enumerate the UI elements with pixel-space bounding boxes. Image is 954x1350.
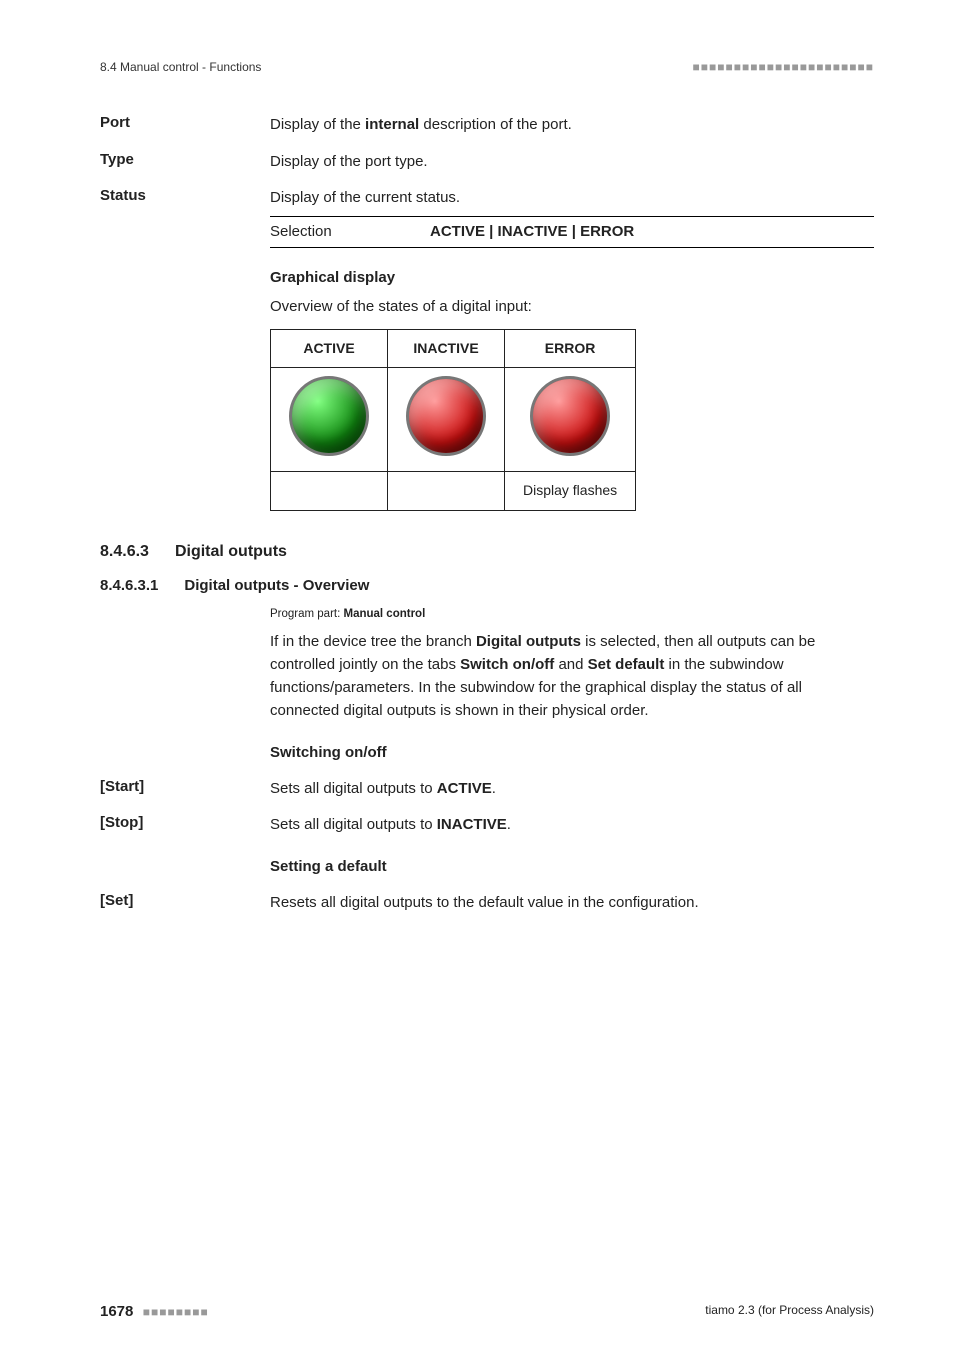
switching-block: Switching on/off (270, 741, 874, 764)
program-part-label: Program part: (270, 608, 344, 620)
running-header: 8.4 Manual control - Functions ■■■■■■■■■… (100, 60, 874, 74)
col-active: ACTIVE (271, 329, 388, 368)
graphical-display-lead: Overview of the states of a digital inpu… (270, 295, 874, 318)
intro-b1: Digital outputs (476, 633, 581, 650)
setting-default-block: Setting a default (270, 855, 874, 878)
status-table: ACTIVE INACTIVE ERROR Display flashes (270, 329, 636, 511)
desc-start-val: ACTIVE (437, 780, 492, 797)
footer-right: tiamo 2.3 (for Process Analysis) (705, 1303, 874, 1320)
desc-status-text: Display of the current status. (270, 187, 874, 210)
definition-type: Type Display of the port type. (100, 151, 874, 174)
table-row (271, 368, 636, 472)
selection-label: Selection (270, 221, 430, 244)
section-heading-digital-outputs: 8.4.6.3 Digital outputs (100, 543, 874, 561)
desc-start-pre: Sets all digital outputs to (270, 780, 437, 797)
definition-stop: [Stop] Sets all digital outputs to INACT… (100, 814, 874, 837)
desc-stop-pre: Sets all digital outputs to (270, 816, 437, 833)
col-inactive: INACTIVE (388, 329, 505, 368)
page-footer: 1678 ■■■■■■■■ tiamo 2.3 (for Process Ana… (100, 1303, 874, 1320)
desc-type: Display of the port type. (270, 151, 874, 174)
switching-heading: Switching on/off (270, 741, 874, 764)
definition-port: Port Display of the internal description… (100, 114, 874, 137)
table-row: Display flashes (271, 471, 636, 510)
setting-default-heading: Setting a default (270, 855, 874, 878)
term-type: Type (100, 151, 270, 168)
footer-decor: ■■■■■■■■ (143, 1305, 209, 1319)
graphical-display-block: Graphical display Overview of the states… (270, 266, 874, 511)
section-number: 8.4.6.3 (100, 543, 149, 561)
desc-start-post: . (492, 780, 496, 797)
term-status: Status (100, 187, 270, 204)
subsection-number: 8.4.6.3.1 (100, 577, 158, 594)
intro-t1: If in the device tree the branch (270, 633, 476, 650)
desc-port-prefix: Display of the (270, 116, 365, 133)
intro-t3: and (554, 656, 587, 673)
desc-status: Display of the current status. Selection… (270, 187, 874, 248)
subsection-title: Digital outputs - Overview (184, 577, 369, 594)
term-port: Port (100, 114, 270, 131)
page-number: 1678 (100, 1303, 133, 1320)
footer-left: 1678 ■■■■■■■■ (100, 1303, 209, 1320)
led-inactive-cell (388, 368, 505, 472)
section-title: Digital outputs (175, 543, 287, 561)
intro-b2: Switch on/off (460, 656, 554, 673)
desc-port-suffix: description of the port. (419, 116, 572, 133)
note-error: Display flashes (505, 471, 636, 510)
desc-port: Display of the internal description of t… (270, 114, 874, 137)
led-error-cell (505, 368, 636, 472)
intro-paragraph: If in the device tree the branch Digital… (270, 630, 874, 723)
program-part-line: Program part: Manual control (270, 608, 874, 620)
led-error-icon (530, 376, 610, 456)
desc-stop-val: INACTIVE (437, 816, 507, 833)
note-inactive (388, 471, 505, 510)
led-inactive-icon (406, 376, 486, 456)
desc-stop-post: . (507, 816, 511, 833)
term-set: [Set] (100, 892, 270, 909)
led-active-icon (289, 376, 369, 456)
led-active-cell (271, 368, 388, 472)
desc-port-bold: internal (365, 116, 419, 133)
desc-stop: Sets all digital outputs to INACTIVE. (270, 814, 874, 837)
program-part-value: Manual control (344, 608, 426, 620)
term-start: [Start] (100, 778, 270, 795)
col-error: ERROR (505, 329, 636, 368)
running-header-decor: ■■■■■■■■■■■■■■■■■■■■■■ (693, 60, 874, 74)
running-header-left: 8.4 Manual control - Functions (100, 60, 261, 74)
desc-set: Resets all digital outputs to the defaul… (270, 892, 874, 915)
desc-start: Sets all digital outputs to ACTIVE. (270, 778, 874, 801)
graphical-display-heading: Graphical display (270, 266, 874, 289)
subsection-heading-digital-outputs-overview: 8.4.6.3.1 Digital outputs - Overview (100, 577, 874, 594)
term-stop: [Stop] (100, 814, 270, 831)
selection-row: Selection ACTIVE | INACTIVE | ERROR (270, 216, 874, 249)
table-row: ACTIVE INACTIVE ERROR (271, 329, 636, 368)
definition-start: [Start] Sets all digital outputs to ACTI… (100, 778, 874, 801)
definition-status: Status Display of the current status. Se… (100, 187, 874, 248)
intro-b3: Set default (588, 656, 665, 673)
definition-set: [Set] Resets all digital outputs to the … (100, 892, 874, 915)
note-active (271, 471, 388, 510)
selection-values: ACTIVE | INACTIVE | ERROR (430, 221, 634, 244)
